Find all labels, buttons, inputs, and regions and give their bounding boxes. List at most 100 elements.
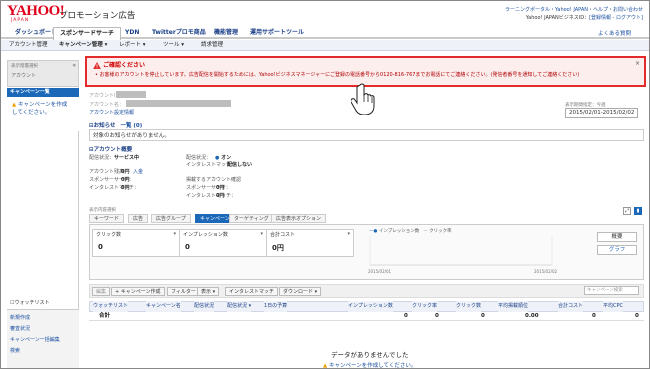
total-cpc: 0 xyxy=(635,313,639,319)
overview-right-value-1: 配信しない xyxy=(227,162,253,168)
chevron-down-icon: ▾ xyxy=(173,231,176,237)
tab-targeting[interactable]: ターゲティング xyxy=(229,214,274,223)
sidebar: 表示階層選択 アカウント « キャンペーン一覧 ▲ キャンペーンを作成してくださ… xyxy=(7,60,79,368)
total-impressions: 0 xyxy=(404,313,408,319)
date-range-selector[interactable]: 2015/02/01-2015/02/02 xyxy=(565,108,639,118)
overview-right-value-0: ● オン xyxy=(215,155,232,161)
deposit-link[interactable]: 入金 xyxy=(133,168,143,175)
watchlist-toggle[interactable]: ☐ウォッチリスト xyxy=(10,299,50,306)
account-select[interactable]: アカウント xyxy=(11,72,36,79)
subnav-report[interactable]: レポート ▾ xyxy=(119,41,146,50)
summary-button[interactable]: 概要 xyxy=(597,232,637,242)
overview-value-im: 0円 xyxy=(121,185,130,191)
campaign-search-input[interactable]: キャンペーン検索 xyxy=(584,286,639,295)
graph-button[interactable]: グラフ xyxy=(597,245,637,255)
download-button[interactable]: ダウンロード ▾ xyxy=(279,287,322,296)
account-name-value xyxy=(126,100,231,107)
overview-right-value-3: 0円 xyxy=(216,185,225,191)
col-impressions[interactable]: インプレッション数 xyxy=(348,301,393,312)
app-title: プロモーション広告 xyxy=(59,11,136,21)
main-tabs: ダッシュボード スポンサードサーチ YDN Twitterプロモ商品 機能管理 … xyxy=(1,27,649,40)
account-id-value xyxy=(116,91,146,98)
tab-sponsored-search[interactable]: スポンサードサーチ xyxy=(53,27,122,40)
col-daily-budget[interactable]: 1日の予算 xyxy=(264,301,288,312)
sidebar-item-search[interactable]: 検索 xyxy=(10,347,20,354)
metric-total-cost[interactable]: 合計コスト ▾ 0円 xyxy=(266,229,354,257)
overview-right-label-4: インタレストマッチ： xyxy=(186,193,237,199)
expand-icon[interactable]: ⤢ xyxy=(623,207,631,215)
header-top-links[interactable]: ラーニングポータル・Yahoo! JAPAN・ヘルプ・お問い合わせ xyxy=(505,6,643,14)
col-watchlist[interactable]: ウォッチリスト xyxy=(93,301,129,312)
total-row xyxy=(89,312,644,321)
chevron-down-icon: ▾ xyxy=(260,231,263,237)
alert-message: • お客様のアカウントを停止しています。広告配信を開始するためには、Yahoo!… xyxy=(95,72,580,78)
sidebar-item-bulk-edit[interactable]: キャンペーン一括編集 xyxy=(10,336,60,343)
performance-chart xyxy=(369,236,553,266)
col-campaign-name[interactable]: キャンペーン名 xyxy=(146,301,181,312)
overview-right-value-4: 0円 xyxy=(216,193,225,199)
overview-value-status: サービス中 xyxy=(114,155,140,161)
overview-title: アカウント概要 xyxy=(93,147,133,153)
tab-ad[interactable]: 広告 xyxy=(128,214,149,223)
display-button[interactable]: 表示 ▾ xyxy=(197,287,220,296)
hierarchy-label: 表示階層選択 xyxy=(11,64,38,69)
total-ctr: 0 xyxy=(435,313,439,319)
subnav-campaign-management[interactable]: キャンペーン管理 ▾ xyxy=(59,41,107,50)
sidebar-item-campaign-list[interactable]: キャンペーン一覧 xyxy=(7,88,79,97)
account-settings-link[interactable]: アカウント設定情報 xyxy=(89,109,134,116)
tab-ydn[interactable]: YDN xyxy=(119,27,145,39)
tab-operation-support[interactable]: 運用サポートツール xyxy=(244,27,310,39)
header-account-actions[interactable]: [登録情報 - ログアウト] xyxy=(589,15,643,21)
subnav-account-management[interactable]: アカウント管理 xyxy=(9,41,48,50)
tab-twitter[interactable]: Twitterプロモ商品 xyxy=(146,27,212,39)
perf-label: 表示内容選択 xyxy=(89,208,116,213)
overview-value-balance: 0円 xyxy=(121,169,130,175)
filter-button[interactable]: フィルター xyxy=(167,287,200,296)
col-avg-position[interactable]: 平均掲載順位 xyxy=(498,301,529,312)
faq-link[interactable]: よくある質問 xyxy=(598,29,631,37)
alert-title: ご確認ください xyxy=(93,60,145,69)
col-delivery[interactable]: 配信状況 ▾ xyxy=(227,301,252,312)
notices-heading: ⊟お知らせ 一覧 (0) xyxy=(89,121,142,129)
col-ctr[interactable]: クリック率 xyxy=(412,301,438,312)
overview-label-status: 配信状況： xyxy=(89,155,115,161)
interest-match-button[interactable]: インタレストマッチ xyxy=(225,287,279,296)
hand-pointer-icon xyxy=(351,83,375,115)
tab-function-management[interactable]: 機能管理 xyxy=(208,27,244,39)
empty-create-link[interactable]: ▲ キャンペーンを作成してください。 xyxy=(323,361,416,368)
total-label: 合計 xyxy=(99,313,111,319)
sidebar-campaign-body: ▲ キャンペーンを作成してください。 xyxy=(7,97,79,131)
total-avg-position: 0.00 xyxy=(525,313,539,319)
col-status[interactable]: 配信状況 xyxy=(194,301,215,312)
col-clicks[interactable]: クリック数 xyxy=(456,301,482,312)
tab-keyword[interactable]: キーワード xyxy=(89,214,125,223)
tab-ad-extensions[interactable]: 広告表示オプション xyxy=(271,214,327,223)
business-id-label: Yahoo! JAPANビジネスID： xyxy=(525,15,590,21)
create-campaign-button[interactable]: + キャンペーン作成 xyxy=(111,287,165,296)
col-avg-cpc[interactable]: 平均CPC xyxy=(603,301,623,312)
notices-box: 対象のお知らせがありません。 xyxy=(89,129,644,141)
tab-ad-group[interactable]: 広告グループ xyxy=(151,214,191,223)
metric-impressions-value: 0 xyxy=(185,243,190,251)
chart-icon[interactable]: ▮ xyxy=(634,207,642,215)
sidebar-item-review-status[interactable]: 審査状況 xyxy=(10,325,30,332)
create-campaign-link[interactable]: ▲ キャンペーンを作成してください。 xyxy=(12,101,72,117)
subnav-tools[interactable]: ツール ▾ xyxy=(163,41,184,50)
metric-impressions[interactable]: インプレッション数 ▾ 0 xyxy=(179,229,267,257)
col-total-cost[interactable]: 合計コスト xyxy=(558,301,584,312)
header-links: ラーニングポータル・Yahoo! JAPAN・ヘルプ・お問い合わせ Yahoo!… xyxy=(505,6,643,22)
header-bar: YAHOO! JAPAN プロモーション広告 ラーニングポータル・Yahoo! … xyxy=(1,1,649,27)
yahoo-logo[interactable]: YAHOO! xyxy=(7,4,65,19)
subnav-billing[interactable]: 請求管理 xyxy=(201,41,223,50)
metric-clicks[interactable]: クリック数 ▾ 0 xyxy=(92,229,180,257)
edit-button[interactable]: 編集 xyxy=(92,287,111,296)
empty-message: データがありませんでした xyxy=(331,351,409,359)
collapse-sidebar-icon[interactable]: « xyxy=(72,62,76,69)
overview-right-label-2: 掲載するアカウント確認 xyxy=(186,177,242,183)
close-icon[interactable]: × xyxy=(635,60,640,67)
metric-cost-label: 合計コスト xyxy=(270,232,296,238)
sidebar-item-new[interactable]: 新規作成 xyxy=(10,314,30,321)
watchlist-label: ウォッチリスト xyxy=(14,300,50,306)
alert-warning-icon xyxy=(93,62,101,69)
hierarchy-selector: 表示階層選択 アカウント « xyxy=(7,60,79,87)
